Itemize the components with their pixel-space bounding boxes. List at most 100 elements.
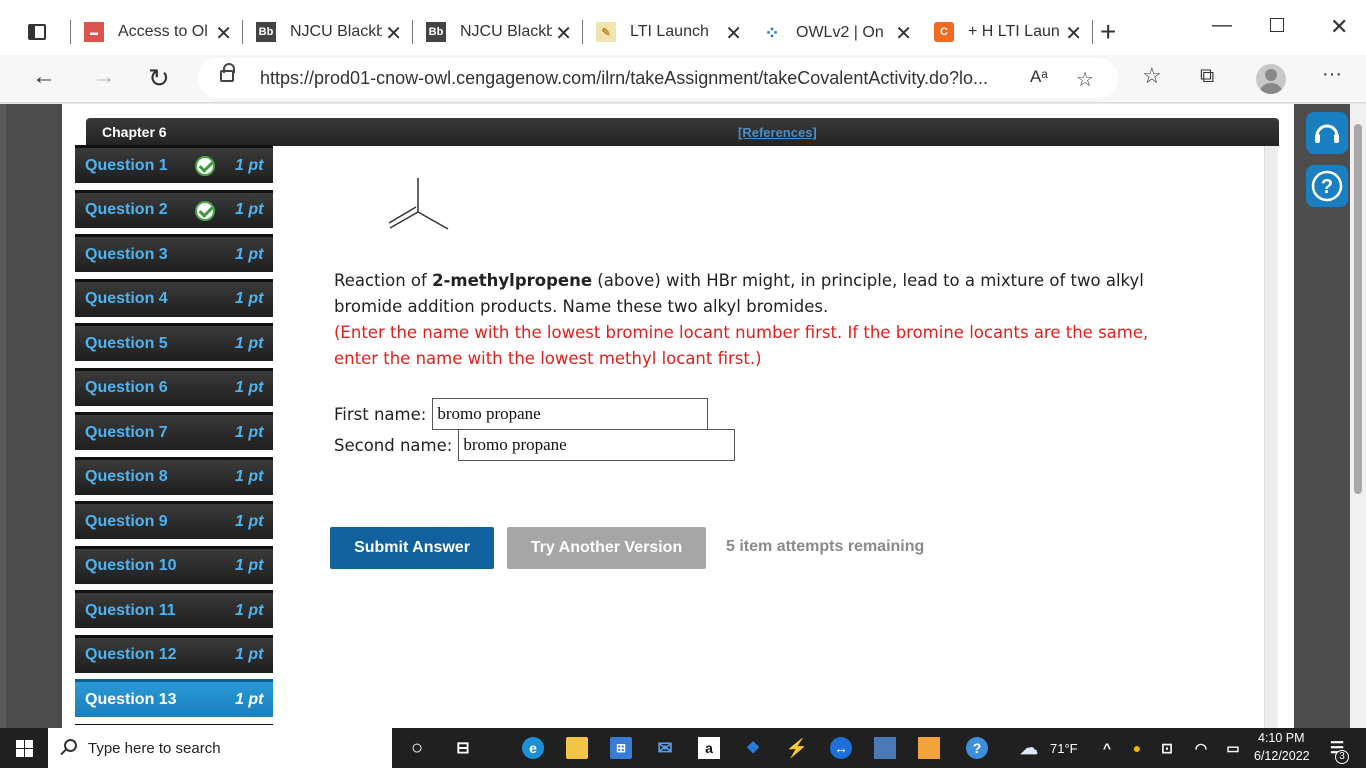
question-points: 1 pt <box>235 245 264 263</box>
close-tab-icon[interactable]: ✕ <box>895 21 912 46</box>
file-explorer-icon[interactable] <box>566 737 588 759</box>
question-text-before: Reaction of <box>334 271 433 290</box>
support-headset-icon[interactable] <box>1306 112 1348 154</box>
close-tab-icon[interactable]: ✕ <box>215 21 232 46</box>
forward-icon[interactable]: → <box>92 63 116 91</box>
new-tab-icon[interactable]: + <box>1100 18 1116 46</box>
dropbox-icon[interactable]: ❖ <box>742 737 764 759</box>
question-item-3[interactable]: Question 3 1 pt <box>75 234 273 272</box>
second-name-row: Second name: <box>334 429 736 461</box>
back-icon[interactable]: ← <box>32 63 56 91</box>
profile-avatar[interactable] <box>1256 64 1286 94</box>
weather-cloud-icon[interactable]: ☁ <box>1018 737 1040 759</box>
question-label: Question 10 <box>85 557 177 574</box>
page-scrollbar-thumb[interactable] <box>1354 124 1362 494</box>
question-points: 1 pt <box>235 646 264 663</box>
close-tab-icon[interactable]: ✕ <box>725 21 742 46</box>
content-scrollbar[interactable] <box>1264 146 1278 728</box>
clock-date[interactable]: 6/12/2022 <box>1254 749 1310 763</box>
close-tab-icon[interactable]: ✕ <box>555 21 572 46</box>
question-points: 1 pt <box>235 334 264 352</box>
close-window-icon[interactable]: ✕ <box>1330 14 1348 40</box>
question-item-4[interactable]: Question 4 1 pt <box>75 278 273 317</box>
question-item-1[interactable]: Question 1 1 pt <box>75 145 273 183</box>
cortana-icon[interactable]: ○ <box>406 737 428 759</box>
clock-time[interactable]: 4:10 PM <box>1258 731 1305 745</box>
pencil-icon: ✎ <box>596 22 616 42</box>
question-item-7[interactable]: Question 7 1 pt <box>75 412 273 450</box>
read-aloud-icon[interactable]: Aᵃ <box>1030 67 1048 87</box>
first-name-input[interactable] <box>432 398 709 430</box>
question-item-10[interactable]: Question 10 1 pt <box>75 545 273 584</box>
wifi-icon[interactable]: ◠ <box>1190 737 1212 759</box>
app-yellow-icon[interactable] <box>918 737 940 759</box>
second-name-input[interactable] <box>458 429 736 461</box>
tab-owlv2[interactable]: ⁘ OWLv2 | Onl ✕ <box>752 10 920 56</box>
alert-icon[interactable]: ● <box>1126 737 1148 759</box>
add-favorite-icon[interactable]: ☆ <box>1076 67 1094 92</box>
svg-text:?: ? <box>1321 176 1333 198</box>
tab-label: LTI Launch <box>630 23 709 40</box>
question-item-next[interactable] <box>75 723 273 725</box>
amazon-icon[interactable]: a <box>698 737 720 759</box>
question-item-13[interactable]: Question 13 1 pt <box>75 679 273 717</box>
question-item-5[interactable]: Question 5 1 pt <box>75 323 273 361</box>
task-view-icon[interactable]: ⊟ <box>452 737 474 759</box>
question-item-6[interactable]: Question 6 1 pt <box>75 367 273 406</box>
teamviewer-icon[interactable]: ↔ <box>830 737 852 759</box>
network-icon[interactable]: ⊡ <box>1156 737 1178 759</box>
tab-access[interactable]: ▬ Access to Ol ✕ <box>74 12 240 52</box>
taskbar-search[interactable]: Type here to search <box>48 728 392 768</box>
compound-name: 2-methylpropene <box>432 271 593 290</box>
mail-icon[interactable]: ✉ <box>654 737 676 759</box>
show-hidden-icons-icon[interactable]: ^ <box>1096 737 1118 759</box>
tab-actions-icon[interactable] <box>24 20 50 44</box>
maximize-icon[interactable] <box>1270 18 1284 32</box>
question-label: Question 11 <box>85 601 176 619</box>
tab-lti-launch-2[interactable]: C + H LTI Laun ✕ <box>924 12 1090 52</box>
tab-separator <box>70 20 71 44</box>
tab-label: + H LTI Laun <box>968 23 1060 40</box>
edge-icon[interactable]: e <box>522 737 544 759</box>
store-icon[interactable]: ⊞ <box>610 737 632 759</box>
lock-icon[interactable] <box>220 63 235 82</box>
question-label: Question 4 <box>85 290 168 307</box>
weather-temperature[interactable]: 71°F <box>1050 741 1078 756</box>
question-label: Question 3 <box>85 245 168 263</box>
tab-njcu-1[interactable]: Bb NJCU Blackb ✕ <box>246 12 410 52</box>
collections-icon[interactable]: ⧉ <box>1200 65 1214 88</box>
question-label: Question 5 <box>85 334 168 352</box>
help-question-icon[interactable]: ? <box>1306 165 1348 207</box>
question-points: 1 pt <box>235 557 264 574</box>
question-label: Question 2 <box>85 201 168 218</box>
minimize-icon[interactable]: — <box>1212 14 1232 37</box>
question-item-11[interactable]: Question 11 1 pt <box>75 590 273 628</box>
battery-icon[interactable]: ▭ <box>1222 737 1244 759</box>
references-link[interactable]: [References] <box>738 125 817 140</box>
photos-icon[interactable] <box>874 737 896 759</box>
question-label: Question 9 <box>85 512 168 530</box>
windows-start-icon[interactable] <box>16 740 33 757</box>
question-points: 1 pt <box>235 379 264 396</box>
blackboard-icon: Bb <box>256 22 276 42</box>
refresh-icon[interactable]: ↻ <box>148 63 170 94</box>
help-app-icon[interactable]: ? <box>966 737 988 759</box>
question-prompt: Reaction of 2-methylpropene (above) with… <box>334 268 1194 320</box>
favorites-icon[interactable]: ☆ <box>1142 63 1162 89</box>
question-item-8[interactable]: Question 8 1 pt <box>75 456 273 495</box>
question-item-12[interactable]: Question 12 1 pt <box>75 634 273 673</box>
more-options-icon[interactable]: ··· <box>1322 63 1342 86</box>
try-another-version-button[interactable]: Try Another Version <box>507 527 706 569</box>
close-tab-icon[interactable]: ✕ <box>385 21 402 46</box>
navigation-bar: ← → ↻ https://prod01-cnow-owl.cengagenow… <box>0 55 1366 103</box>
question-item-2[interactable]: Question 2 1 pt <box>75 189 273 228</box>
tab-lti-launch[interactable]: ✎ LTI Launch ✕ <box>586 12 750 52</box>
url-text[interactable]: https://prod01-cnow-owl.cengagenow.com/i… <box>260 68 988 89</box>
tab-njcu-2[interactable]: Bb NJCU Blackb ✕ <box>416 12 580 52</box>
question-points: 1 pt <box>235 601 264 619</box>
close-tab-icon[interactable]: ✕ <box>1065 21 1082 46</box>
address-bar[interactable]: https://prod01-cnow-owl.cengagenow.com/i… <box>198 58 1118 98</box>
submit-answer-button[interactable]: Submit Answer <box>330 527 494 569</box>
question-item-9[interactable]: Question 9 1 pt <box>75 501 273 539</box>
app-icon[interactable]: ⚡ <box>786 737 808 759</box>
